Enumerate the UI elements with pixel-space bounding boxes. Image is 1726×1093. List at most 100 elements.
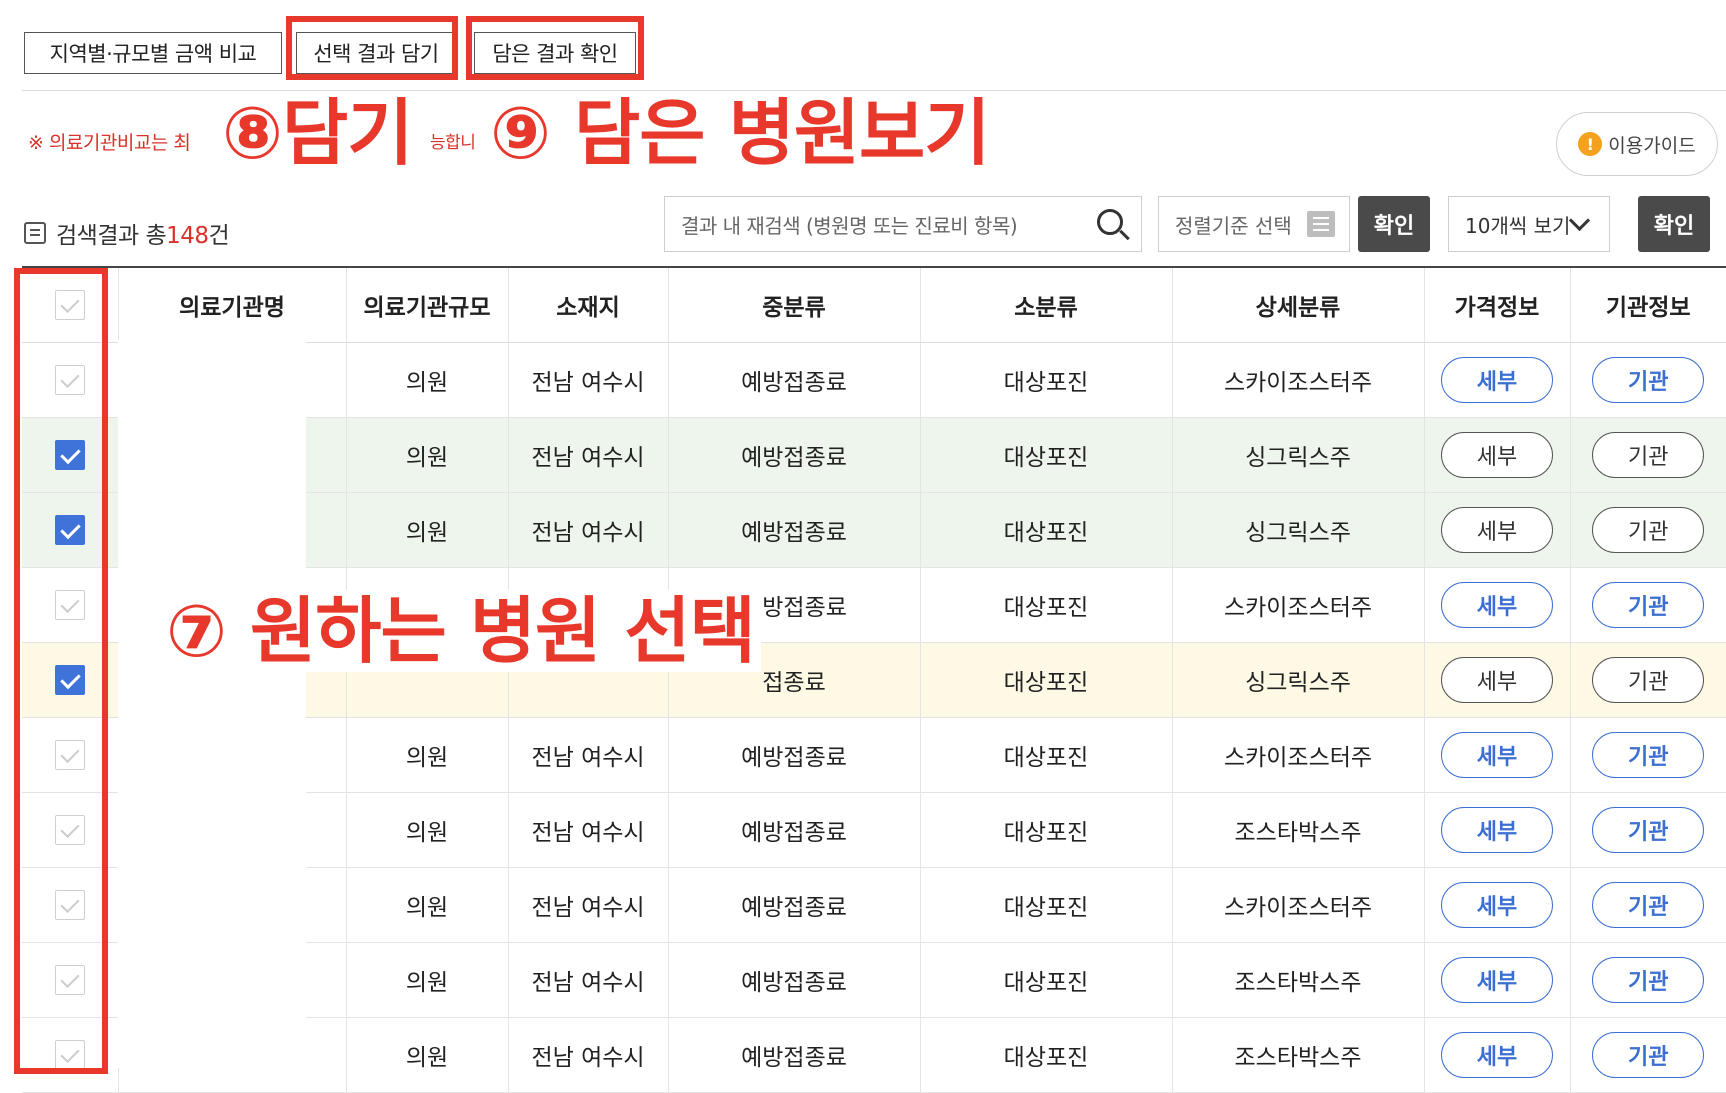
warning-icon: ! bbox=[1578, 132, 1603, 156]
org-info-cell: 기관 bbox=[1569, 1017, 1726, 1093]
hospital-size-cell: 의원 bbox=[345, 867, 508, 943]
small-category-cell: 대상포진 bbox=[919, 342, 1172, 418]
col-header: 의료기관규모 bbox=[345, 266, 508, 343]
redaction-mask bbox=[118, 340, 306, 1068]
mid-category-cell: 예방접종료 bbox=[667, 867, 920, 943]
mid-category-cell: 예방접종료 bbox=[667, 717, 920, 793]
price-info-cell: 세부 bbox=[1423, 792, 1570, 868]
result-count: 검색결과 총148건 bbox=[24, 216, 230, 250]
small-category-cell: 대상포진 bbox=[919, 792, 1172, 868]
mid-category-cell: 예방접종료 bbox=[667, 792, 920, 868]
col-header: 소분류 bbox=[919, 266, 1172, 343]
price-detail-button[interactable]: 세부 bbox=[1441, 507, 1553, 553]
price-info-cell: 세부 bbox=[1423, 717, 1570, 793]
col-header: 가격정보 bbox=[1423, 266, 1570, 343]
col-header: 소재지 bbox=[507, 266, 668, 343]
org-info-button[interactable]: 기관 bbox=[1592, 957, 1705, 1003]
mid-category-cell: 예방접종료 bbox=[667, 342, 920, 418]
price-detail-button[interactable]: 세부 bbox=[1441, 357, 1553, 403]
detail-category-cell: 스카이조스터주 bbox=[1171, 342, 1424, 418]
small-category-cell: 대상포진 bbox=[919, 492, 1172, 568]
sort-label: 정렬기준 선택 bbox=[1175, 213, 1292, 238]
location-cell: 전남 여수시 bbox=[507, 792, 668, 868]
hospital-size-cell: 의원 bbox=[345, 717, 508, 793]
org-info-button[interactable]: 기관 bbox=[1592, 1032, 1705, 1078]
detail-category-cell: 싱그릭스주 bbox=[1171, 492, 1424, 568]
usage-guide-label: 이용가이드 bbox=[1608, 134, 1696, 157]
org-info-cell: 기관 bbox=[1569, 642, 1726, 718]
mid-category-cell: 예방접종료 bbox=[667, 492, 920, 568]
location-cell: 전남 여수시 bbox=[507, 867, 668, 943]
price-info-cell: 세부 bbox=[1423, 942, 1570, 1018]
org-info-cell: 기관 bbox=[1569, 942, 1726, 1018]
org-info-button[interactable]: 기관 bbox=[1592, 807, 1705, 853]
org-info-cell: 기관 bbox=[1569, 867, 1726, 943]
small-category-cell: 대상포진 bbox=[919, 567, 1172, 643]
small-category-cell: 대상포진 bbox=[919, 1017, 1172, 1093]
hospital-size-cell: 의원 bbox=[345, 792, 508, 868]
page-size-confirm-button[interactable]: 확인 bbox=[1638, 196, 1710, 252]
detail-category-cell: 스카이조스터주 bbox=[1171, 717, 1424, 793]
price-detail-button[interactable]: 세부 bbox=[1441, 432, 1553, 478]
org-info-button[interactable]: 기관 bbox=[1592, 657, 1705, 703]
price-info-cell: 세부 bbox=[1423, 867, 1570, 943]
location-cell: 전남 여수시 bbox=[507, 1017, 668, 1093]
price-detail-button[interactable]: 세부 bbox=[1441, 957, 1553, 1003]
region-scale-compare-button[interactable]: 지역별·규모별 금액 비교 bbox=[24, 32, 282, 74]
hospital-size-cell: 의원 bbox=[345, 492, 508, 568]
location-cell: 전남 여수시 bbox=[507, 342, 668, 418]
small-category-cell: 대상포진 bbox=[919, 942, 1172, 1018]
result-number: 148 bbox=[166, 223, 209, 249]
sort-select[interactable]: 정렬기준 선택 bbox=[1158, 196, 1350, 252]
price-info-cell: 세부 bbox=[1423, 642, 1570, 718]
small-category-cell: 대상포진 bbox=[919, 417, 1172, 493]
usage-guide-button[interactable]: ! 이용가이드 bbox=[1556, 112, 1718, 176]
mid-category-cell: 예방접종료 bbox=[667, 942, 920, 1018]
list-menu-icon bbox=[1307, 211, 1335, 237]
price-detail-button[interactable]: 세부 bbox=[1441, 732, 1553, 778]
org-info-button[interactable]: 기관 bbox=[1592, 507, 1705, 553]
price-detail-button[interactable]: 세부 bbox=[1441, 882, 1553, 928]
mid-category-cell: 예방접종료 bbox=[667, 1017, 920, 1093]
price-detail-button[interactable]: 세부 bbox=[1441, 582, 1553, 628]
search-placeholder: 결과 내 재검색 (병원명 또는 진료비 항목) bbox=[681, 213, 1018, 238]
annotation-step8: ⑧담기 bbox=[222, 91, 413, 175]
org-info-button[interactable]: 기관 bbox=[1592, 582, 1705, 628]
org-info-cell: 기관 bbox=[1569, 717, 1726, 793]
price-info-cell: 세부 bbox=[1423, 417, 1570, 493]
detail-category-cell: 조스타박스주 bbox=[1171, 942, 1424, 1018]
org-info-button[interactable]: 기관 bbox=[1592, 732, 1705, 778]
result-prefix: 검색결과 총 bbox=[56, 223, 167, 249]
annotation-step9: ⑨ 담은 병원보기 bbox=[490, 91, 991, 175]
org-info-button[interactable]: 기관 bbox=[1592, 882, 1705, 928]
notice-text: ※ 의료기관비교는 최 bbox=[28, 132, 191, 154]
price-info-cell: 세부 bbox=[1423, 1017, 1570, 1093]
price-info-cell: 세부 bbox=[1423, 492, 1570, 568]
sort-confirm-button[interactable]: 확인 bbox=[1358, 196, 1430, 252]
hospital-size-cell: 의원 bbox=[345, 1017, 508, 1093]
location-cell: 전남 여수시 bbox=[507, 942, 668, 1018]
price-detail-button[interactable]: 세부 bbox=[1441, 807, 1553, 853]
mid-category-cell: 예방접종료 bbox=[667, 417, 920, 493]
detail-category-cell: 싱그릭스주 bbox=[1171, 642, 1424, 718]
org-info-cell: 기관 bbox=[1569, 417, 1726, 493]
detail-category-cell: 스카이조스터주 bbox=[1171, 867, 1424, 943]
small-category-cell: 대상포진 bbox=[919, 717, 1172, 793]
org-info-button[interactable]: 기관 bbox=[1592, 432, 1705, 478]
price-detail-button[interactable]: 세부 bbox=[1441, 1032, 1553, 1078]
hospital-size-cell: 의원 bbox=[345, 417, 508, 493]
detail-category-cell: 조스타박스주 bbox=[1171, 792, 1424, 868]
detail-category-cell: 싱그릭스주 bbox=[1171, 417, 1424, 493]
org-info-button[interactable]: 기관 bbox=[1592, 357, 1705, 403]
search-icon[interactable] bbox=[1097, 209, 1123, 235]
location-cell: 전남 여수시 bbox=[507, 717, 668, 793]
price-info-cell: 세부 bbox=[1423, 342, 1570, 418]
page-size-select[interactable]: 10개씩 보기 bbox=[1448, 196, 1610, 252]
highlight-box-add bbox=[286, 16, 458, 80]
col-header: 중분류 bbox=[667, 266, 920, 343]
location-cell: 전남 여수시 bbox=[507, 492, 668, 568]
price-info-cell: 세부 bbox=[1423, 567, 1570, 643]
org-info-cell: 기관 bbox=[1569, 567, 1726, 643]
price-detail-button[interactable]: 세부 bbox=[1441, 657, 1553, 703]
search-input[interactable]: 결과 내 재검색 (병원명 또는 진료비 항목) bbox=[664, 196, 1142, 252]
